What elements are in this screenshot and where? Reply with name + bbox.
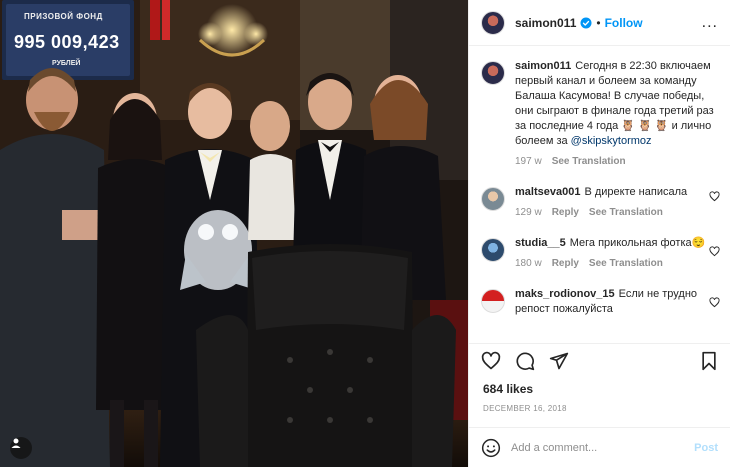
comment-avatar[interactable]	[481, 289, 505, 313]
reply-button[interactable]: Reply	[552, 205, 579, 220]
comment-icon[interactable]	[515, 351, 535, 371]
post-photo[interactable]: ПРИЗОВОЙ ФОНД 995 009,423 РУБЛЕЙ	[0, 0, 468, 467]
heart-icon[interactable]	[481, 351, 501, 371]
caption-meta: 197 w See Translation	[515, 154, 718, 169]
emoji-icon[interactable]	[481, 438, 501, 458]
prize-board-amount: 995 009,423	[14, 32, 120, 52]
comment-like-icon[interactable]	[709, 297, 720, 308]
comment-like-icon[interactable]	[709, 246, 720, 257]
comments-list[interactable]: saimon011 Сегодня в 22:30 включаем первый…	[469, 47, 730, 343]
photo-illustration	[0, 0, 468, 467]
caption-time[interactable]: 197 w	[515, 154, 542, 169]
author-username[interactable]: saimon011	[515, 16, 576, 30]
caption-mention[interactable]: @skipskytormoz	[571, 135, 652, 147]
caption-text: Сегодня в 22:30 включаем первый канал и …	[515, 60, 714, 147]
see-translation-button[interactable]: See Translation	[589, 256, 663, 271]
comment-meta: 129 w Reply See Translation	[515, 205, 718, 220]
likes-count[interactable]: 684 likes	[469, 378, 730, 396]
user-tag-button[interactable]	[10, 437, 32, 459]
post-details-panel: saimon011 • Follow ... saimon011 Сегодня …	[468, 0, 730, 467]
comment-like-icon[interactable]	[709, 191, 720, 202]
comment-username[interactable]: studia__5	[515, 237, 566, 249]
action-bar	[469, 344, 730, 378]
comment-avatar[interactable]	[481, 238, 505, 262]
comment-avatar[interactable]	[481, 187, 505, 211]
comment-text: Мега прикольная фотка😌	[569, 237, 706, 249]
caption: saimon011 Сегодня в 22:30 включаем первый…	[469, 47, 730, 169]
post-date[interactable]: December 16, 2018	[469, 396, 730, 413]
more-options-icon[interactable]: ...	[702, 14, 718, 31]
prize-board-currency: РУБЛЕЙ	[52, 60, 81, 67]
see-translation-button[interactable]: See Translation	[589, 205, 663, 220]
caption-see-translation[interactable]: See Translation	[552, 154, 626, 169]
follow-button[interactable]: Follow	[605, 16, 643, 30]
header-separator: •	[596, 15, 601, 30]
bookmark-icon[interactable]	[700, 351, 718, 371]
comment-time[interactable]: 129 w	[515, 205, 542, 220]
reply-button[interactable]: Reply	[552, 256, 579, 271]
comment-username[interactable]: maltseva001	[515, 186, 580, 198]
comment-row: maks_rodionov_15 Если не трудно репост по…	[469, 271, 730, 317]
comment-input[interactable]	[511, 441, 695, 454]
share-icon[interactable]	[549, 351, 569, 371]
add-comment-bar: Post	[469, 427, 730, 467]
prize-board-label: ПРИЗОВОЙ ФОНД	[24, 12, 103, 21]
author-avatar[interactable]	[481, 10, 505, 35]
post-actions-section: 684 likes December 16, 2018	[469, 343, 730, 413]
post-header: saimon011 • Follow ...	[469, 0, 730, 46]
comment-meta: 180 w Reply See Translation	[515, 256, 718, 271]
caption-username[interactable]: saimon011	[515, 60, 571, 72]
comment-time[interactable]: 180 w	[515, 256, 542, 271]
caption-avatar[interactable]	[481, 61, 505, 85]
comment-text: В директе написала	[584, 186, 688, 198]
post-comment-button[interactable]: Post	[694, 442, 718, 454]
comment-row: maltseva001 В директе написала 129 w Repl…	[469, 169, 730, 220]
comment-username[interactable]: maks_rodionov_15	[515, 288, 615, 300]
verified-badge-icon	[580, 17, 592, 29]
comment-row: studia__5 Мега прикольная фотка😌 180 w Re…	[469, 220, 730, 271]
